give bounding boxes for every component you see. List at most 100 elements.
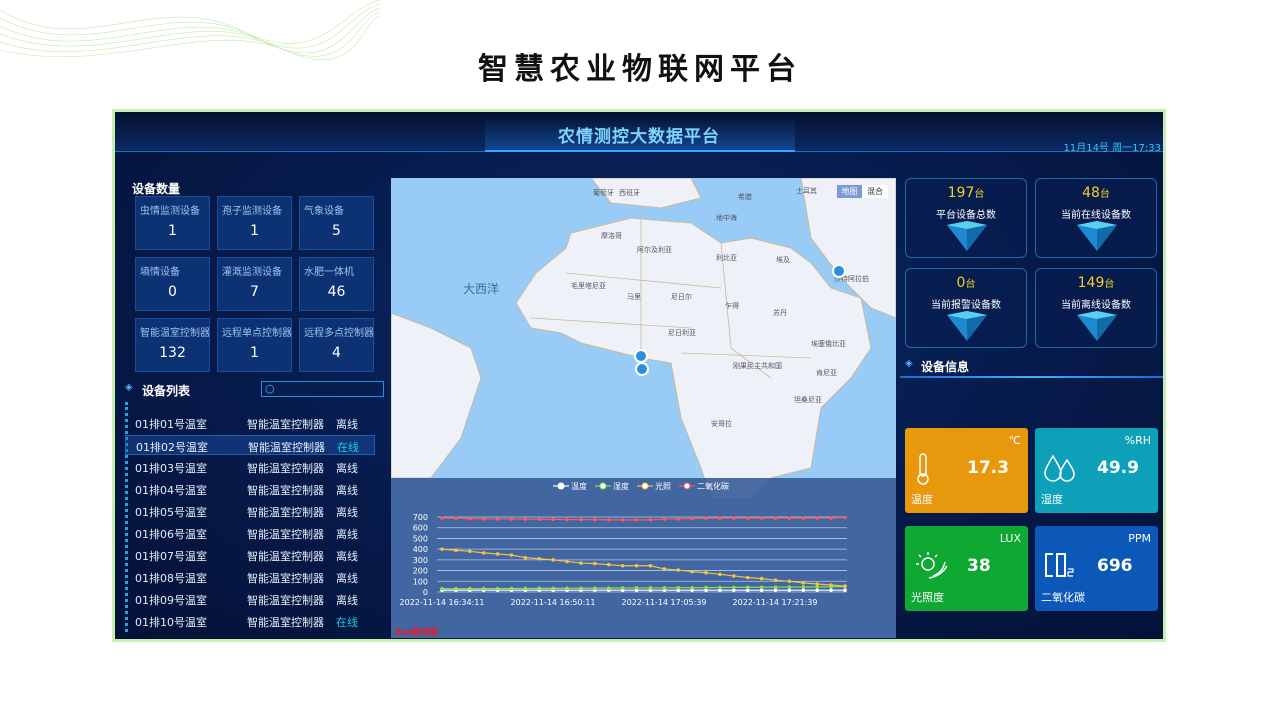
data-point — [829, 583, 833, 587]
data-point — [732, 516, 736, 520]
data-point — [745, 575, 750, 580]
data-point — [606, 562, 611, 567]
table-row[interactable]: 01排04号温室 智能温室控制器 离线 — [125, 479, 375, 499]
data-point — [523, 517, 528, 521]
data-point — [829, 516, 833, 520]
data-point — [537, 556, 542, 561]
data-point — [537, 586, 542, 591]
table-row[interactable]: 01排03号温室 智能温室控制器 离线 — [125, 457, 375, 477]
stat-label: 当前在线设备数 — [1061, 210, 1131, 221]
data-point — [843, 584, 847, 588]
x-tick-label: 2022-11-14 16:34:11 — [400, 598, 485, 607]
stat-card: 197台 平台设备总数 — [905, 178, 1027, 258]
tile-value: 132 — [159, 345, 186, 361]
stat-label: 当前离线设备数 — [1061, 300, 1131, 311]
legend-marker — [641, 482, 649, 490]
device-type: 智能温室控制器 — [247, 616, 324, 629]
map-view[interactable]: 大西洋 阿尔及利亚 利比亚 埃及 毛里塔尼亚 摩洛哥 马里 尼日尔 乍得 苏丹 … — [391, 178, 896, 638]
table-row[interactable]: 01排05号温室 智能温室控制器 离线 — [125, 501, 375, 521]
pyramid-icon — [1077, 221, 1117, 251]
table-row[interactable]: 01排07号温室 智能温室控制器 离线 — [125, 545, 375, 565]
data-point — [648, 517, 653, 522]
thermometer-icon — [917, 453, 929, 485]
sensor-card[interactable]: PPM 696 二氧化碳 — [1035, 526, 1158, 611]
map-type-button[interactable]: 地图 — [837, 185, 862, 198]
table-row[interactable]: 01排09号温室 智能温室控制器 离线 — [125, 589, 375, 609]
tile-value: 7 — [250, 284, 259, 300]
data-point — [634, 563, 639, 568]
map-label: 土耳其 — [796, 187, 817, 195]
status-badge: 离线 — [336, 506, 358, 519]
data-point — [662, 517, 667, 521]
map-label: 肯尼亚 — [816, 369, 837, 377]
data-point — [745, 585, 750, 590]
stat-card: 149台 当前离线设备数 — [1035, 268, 1157, 348]
device-name: 01排06号温室 — [135, 528, 207, 541]
series-line — [441, 586, 846, 590]
map-label: 尼日尔 — [671, 293, 692, 301]
tile-value: 1 — [250, 345, 259, 361]
data-point — [467, 586, 472, 591]
status-badge: 离线 — [336, 418, 358, 431]
device-type: 智能温室控制器 — [247, 550, 324, 563]
device-name: 01排09号温室 — [135, 594, 207, 607]
data-point — [579, 561, 583, 565]
table-row[interactable]: 01排06号温室 智能温室控制器 离线 — [125, 523, 375, 543]
data-point — [440, 547, 444, 551]
data-point — [787, 516, 792, 520]
divider — [900, 376, 1163, 378]
map-label: 乍得 — [725, 302, 739, 310]
map-label: 地中海 — [716, 214, 737, 222]
device-marker-icon[interactable] — [832, 264, 846, 278]
data-point — [801, 588, 806, 592]
stat-unit: 台 — [1104, 279, 1115, 290]
device-count-tile[interactable]: 虫情监测设备 1 — [135, 196, 210, 250]
table-row[interactable]: 01排01号温室 智能温室控制器 离线 — [125, 413, 375, 433]
data-point — [718, 572, 722, 577]
table-row[interactable]: 01排10号温室 智能温室控制器 在线 — [125, 611, 375, 631]
sensor-unit: %RH — [1124, 434, 1151, 447]
data-point — [454, 548, 458, 553]
sensor-card[interactable]: ℃ 17.3 温度 — [905, 428, 1028, 513]
data-point — [565, 559, 569, 564]
device-count-tile[interactable]: 水肥一体机 46 — [299, 257, 374, 311]
data-point — [467, 549, 472, 554]
sensor-unit: PPM — [1128, 532, 1151, 545]
device-count-tile[interactable]: 远程单点控制器 1 — [217, 318, 292, 372]
device-count-tile[interactable]: 墒情设备 0 — [135, 257, 210, 311]
sensor-label: 光照度 — [911, 591, 944, 604]
data-point — [551, 517, 555, 522]
device-count-tile[interactable]: 灌溉监测设备 7 — [217, 257, 292, 311]
dashboard-title: 农情测控大数据平台 — [558, 127, 720, 147]
device-search-input[interactable]: ○ — [261, 381, 384, 397]
device-list-title: 设备列表 — [142, 384, 191, 398]
device-count-tile[interactable]: 智能温室控制器 132 — [135, 318, 210, 372]
dashboard: 农情测控大数据平台 11月14号 周一17:33 设备数量 虫情监测设备 1 孢子监… — [112, 109, 1166, 642]
device-count-tile[interactable]: 气象设备 5 — [299, 196, 374, 250]
data-point — [787, 588, 792, 592]
hybrid-type-button[interactable]: 混合 — [862, 185, 888, 198]
status-badge: 离线 — [336, 528, 358, 541]
legend-marker — [599, 482, 607, 490]
device-count-tile[interactable]: 远程多点控制器 4 — [299, 318, 374, 372]
data-point — [773, 516, 778, 520]
legend-marker — [683, 482, 691, 490]
device-count-tile[interactable]: 孢子监测设备 1 — [217, 196, 292, 250]
device-marker-icon[interactable] — [634, 349, 648, 363]
pyramid-icon — [1077, 311, 1117, 341]
tile-value: 1 — [250, 223, 259, 239]
map-label: 苏丹 — [773, 309, 787, 317]
sensor-card[interactable]: LUX 38 光照度 — [905, 526, 1028, 611]
table-row[interactable]: 01排02号温室 智能温室控制器 在线 — [125, 435, 375, 455]
data-point — [843, 515, 847, 520]
map-label: 刚果民主共和国 — [733, 362, 782, 370]
device-marker-icon[interactable] — [635, 362, 649, 376]
tile-label: 远程单点控制器 — [222, 328, 292, 339]
device-name: 01排04号温室 — [135, 484, 207, 497]
y-tick-label: 600 — [413, 524, 428, 533]
sensor-card[interactable]: %RH 49.9 湿度 — [1035, 428, 1158, 513]
table-row[interactable]: 01排08号温室 智能温室控制器 离线 — [125, 567, 375, 587]
legend-marker — [557, 482, 565, 490]
device-type: 智能温室控制器 — [247, 528, 324, 541]
data-point — [843, 588, 847, 592]
